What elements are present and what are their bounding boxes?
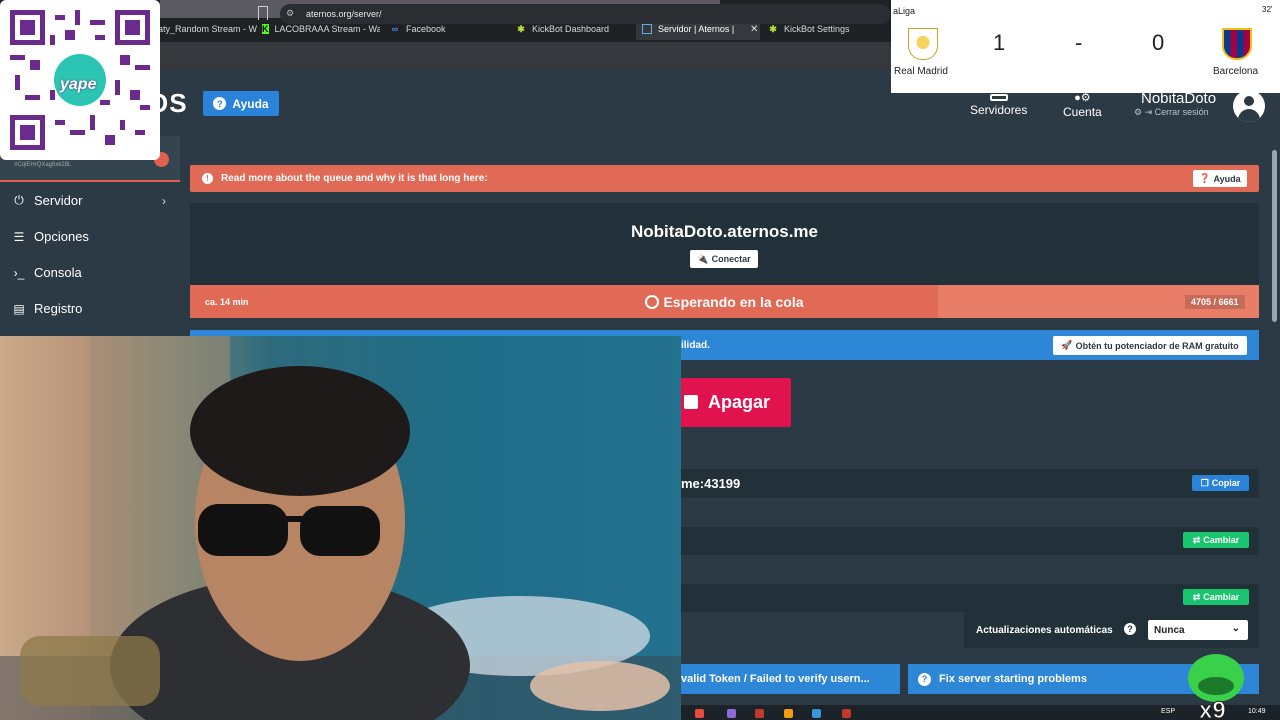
change-software-button[interactable]: ⇄ Cambiar <box>1183 532 1249 548</box>
close-tab-icon[interactable]: ✕ <box>750 24 758 35</box>
tab-random-stream[interactable]: aty_Random Stream - W <box>158 18 258 40</box>
copy-icon: ❐ <box>1200 477 1209 488</box>
emote-icon: x9 <box>1188 654 1244 720</box>
question-icon: ? <box>918 672 931 686</box>
console-icon: ›_ <box>13 265 25 280</box>
log-icon: ▤ <box>13 301 25 316</box>
svg-text:x9: x9 <box>1199 697 1226 720</box>
ram-boost-button[interactable]: 🚀 Obtén tu potenciador de RAM gratuito <box>1053 336 1247 355</box>
away-team: Barcelona <box>1213 66 1259 77</box>
user-gear-icon: ●⚙ <box>1074 92 1091 104</box>
kickbot-icon: ✱ <box>769 23 777 34</box>
server-panel <box>190 203 1259 285</box>
app-icon[interactable] <box>727 709 736 718</box>
queue-help-button[interactable]: ❓ Ayuda <box>1193 170 1247 187</box>
league-name: aLiga <box>893 6 916 16</box>
aternos-icon <box>642 24 652 34</box>
scrollbar-thumb[interactable] <box>1272 150 1277 322</box>
nav-servidores[interactable]: Servidores <box>970 94 1027 117</box>
logout-link[interactable]: ⚙ ⇥ Cerrar sesión <box>1134 107 1209 118</box>
queue-info-banner: ! Read more about the queue and why it i… <box>190 165 1259 192</box>
language-indicator[interactable]: ESP <box>1161 708 1175 715</box>
home-score: 1 <box>993 30 1006 55</box>
app-icon[interactable] <box>812 709 821 718</box>
server-icon <box>989 94 1008 101</box>
copy-button[interactable]: ❐ Copiar <box>1192 475 1249 491</box>
change-version-button[interactable]: ⇄ Cambiar <box>1183 589 1249 605</box>
address-bar[interactable]: ⚙ aternos.org/server/ <box>280 4 890 24</box>
site-info-icon[interactable]: ⚙ <box>286 8 294 19</box>
options-icon: ☰ <box>13 229 25 244</box>
home-team: Real Madrid <box>894 66 948 77</box>
clock-icon <box>645 295 660 309</box>
score-separator: - <box>1075 30 1083 55</box>
barcelona-crest-icon <box>1222 28 1252 60</box>
sidebar-item-servidor[interactable]: ⏻ Servidor <box>12 193 82 208</box>
nav-cuenta[interactable]: ●⚙ Cuenta <box>1063 92 1102 120</box>
gear-icon: ⚙ <box>1134 107 1143 117</box>
kick-icon: K <box>262 24 269 34</box>
chrome-icon[interactable] <box>755 709 764 718</box>
help-button[interactable]: ? Ayuda <box>203 91 279 116</box>
ram-banner-text: ilidad. <box>681 340 710 351</box>
yape-logo: yape <box>60 76 97 93</box>
rocket-icon: 🚀 <box>1061 340 1073 350</box>
logout-icon: ⇥ <box>1144 107 1153 117</box>
faq-invalid-token[interactable]: valid Token / Failed to verify usern... <box>681 664 900 694</box>
server-address: NobitaDoto.aternos.me <box>630 222 819 241</box>
server-ip: me:43199 <box>681 476 741 491</box>
app-icon[interactable] <box>842 709 851 718</box>
connect-button[interactable]: 🔌 Conectar <box>690 250 758 268</box>
avatar[interactable] <box>1233 90 1265 122</box>
question-icon[interactable]: ? <box>1124 623 1136 635</box>
sidebar-item-opciones[interactable]: ☰ Opciones <box>12 229 89 244</box>
shuffle-icon: ⇄ <box>1192 591 1201 602</box>
shuffle-icon: ⇄ <box>1192 534 1201 545</box>
auto-update-select[interactable]: Nunca ⌄ <box>1148 620 1248 640</box>
stop-icon <box>684 395 698 409</box>
chevron-right-icon: › <box>162 194 166 208</box>
power-icon: ⏻ <box>14 193 24 207</box>
server-id: #CqlEHrQXag6xk28L <box>14 162 72 168</box>
match-minute: 32' <box>1262 5 1273 14</box>
sidebar-item-registro[interactable]: ▤ Registro <box>12 301 82 316</box>
plug-icon: 🔌 <box>697 253 709 264</box>
webcam-overlay <box>0 336 681 720</box>
bookmark-icon[interactable] <box>258 6 268 20</box>
sidebar-item-consola[interactable]: ›_ Consola <box>12 265 82 280</box>
yape-qr-overlay: yape <box>0 0 160 160</box>
auto-update-label: Actualizaciones automáticas <box>976 625 1113 636</box>
facebook-icon: ∞ <box>391 24 399 34</box>
away-score: 0 <box>1152 30 1165 55</box>
queue-status: Esperando en la cola <box>190 294 1259 310</box>
webcam-feed <box>0 336 681 720</box>
real-madrid-crest-icon <box>908 28 938 60</box>
clock[interactable]: 10:49 <box>1248 708 1266 715</box>
question-icon: ❓ <box>1199 173 1211 183</box>
status-strip <box>0 180 180 182</box>
chevron-down-icon: ⌄ <box>1231 623 1240 634</box>
info-icon: ! <box>202 173 213 184</box>
queue-position: 4705 / 6661 <box>1185 295 1245 309</box>
firefox-icon[interactable] <box>784 709 793 718</box>
brave-icon[interactable] <box>695 709 704 718</box>
question-icon: ? <box>213 97 227 110</box>
kickbot-icon: ✱ <box>517 23 525 34</box>
